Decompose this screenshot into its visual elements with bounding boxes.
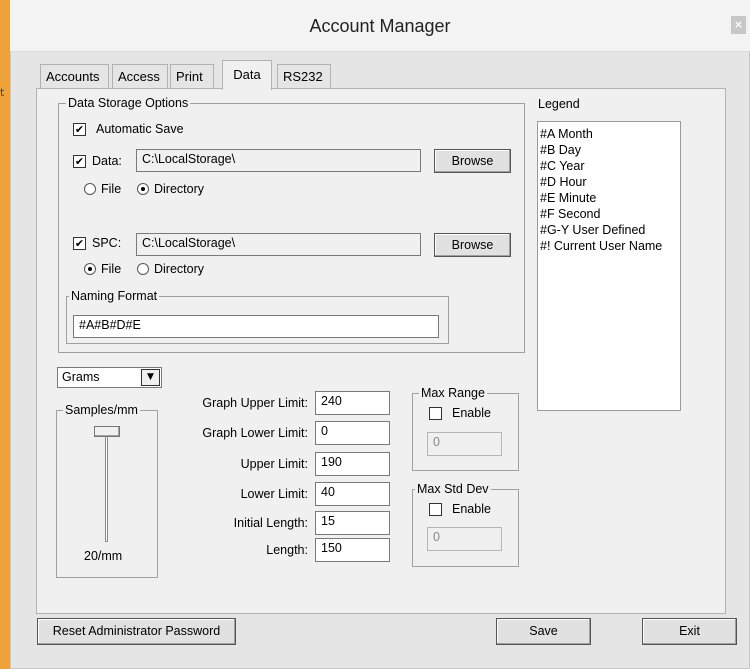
legend-item: #! Current User Name [540, 239, 663, 253]
close-icon[interactable]: × [731, 16, 746, 34]
max-std-dev-label: Max Std Dev [415, 482, 491, 496]
max-std-dev-input[interactable]: 0 [427, 527, 502, 551]
save-button[interactable]: Save [496, 618, 591, 645]
tab-data[interactable]: Data [222, 60, 272, 90]
max-std-dev-enable-label: Enable [452, 502, 491, 516]
data-file-radio[interactable] [84, 183, 96, 195]
automatic-save-label: Automatic Save [96, 122, 184, 136]
automatic-save-checkbox[interactable]: ✔ [73, 123, 86, 136]
spc-directory-radio[interactable] [137, 263, 149, 275]
data-directory-radio[interactable] [137, 183, 149, 195]
max-range-enable-checkbox[interactable] [429, 407, 442, 420]
length-label: Length: [266, 543, 308, 557]
tab-access[interactable]: Access [112, 64, 168, 88]
units-select[interactable]: Grams ▼ [57, 367, 162, 388]
data-file-label: File [101, 182, 122, 196]
legend-list[interactable]: #A Month #B Day #C Year #D Hour #E Minut… [537, 121, 681, 411]
max-std-dev-enable-checkbox[interactable] [429, 503, 442, 516]
data-browse-button[interactable]: Browse [434, 149, 511, 173]
spc-file-radio[interactable] [84, 263, 96, 275]
spc-checkbox[interactable]: ✔ [73, 237, 86, 250]
spc-path-field[interactable]: C:\LocalStorage\ [136, 233, 421, 256]
max-range-input[interactable]: 0 [427, 432, 502, 456]
graph-lower-limit-label: Graph Lower Limit: [202, 426, 308, 440]
max-range-label: Max Range [419, 386, 487, 400]
data-path-field[interactable]: C:\LocalStorage\ [136, 149, 421, 172]
upper-limit-label: Upper Limit: [240, 457, 308, 471]
initial-length-input[interactable]: 15 [315, 511, 390, 535]
spc-directory-label: Directory [154, 262, 205, 276]
graph-upper-limit-label: Graph Upper Limit: [202, 396, 308, 410]
naming-format-label: Naming Format [69, 289, 160, 303]
units-selected-value: Grams [62, 370, 100, 384]
tab-print[interactable]: Print [170, 64, 214, 88]
samples-label: Samples/mm [63, 403, 140, 417]
legend-item: #E Minute [540, 191, 597, 205]
spc-file-label: File [101, 262, 122, 276]
legend-item: #G-Y User Defined [540, 223, 646, 237]
window-title: Account Manager [309, 16, 451, 36]
tab-accounts[interactable]: Accounts [40, 64, 109, 88]
legend-title: Legend [538, 97, 580, 111]
data-label: Data: [92, 154, 122, 168]
upper-limit-input[interactable]: 190 [315, 452, 390, 476]
window-accent-strip [0, 0, 10, 669]
samples-slider-track[interactable] [105, 432, 108, 542]
lower-limit-input[interactable]: 40 [315, 482, 390, 506]
spc-browse-button[interactable]: Browse [434, 233, 511, 257]
graph-lower-limit-input[interactable]: 0 [315, 421, 390, 445]
data-directory-label: Directory [154, 182, 205, 196]
legend-item: #A Month [540, 127, 593, 141]
samples-value: 20/mm [84, 549, 123, 563]
initial-length-label: Initial Length: [233, 516, 308, 530]
exit-button[interactable]: Exit [642, 618, 737, 645]
tab-rs232[interactable]: RS232 [277, 64, 331, 88]
legend-item: #F Second [540, 207, 601, 221]
lower-limit-label: Lower Limit: [240, 487, 308, 501]
chevron-down-icon[interactable]: ▼ [141, 369, 160, 386]
length-input[interactable]: 150 [315, 538, 390, 562]
data-checkbox[interactable]: ✔ [73, 155, 86, 168]
graph-upper-limit-input[interactable]: 240 [315, 391, 390, 415]
group-label: Data Storage Options [66, 96, 191, 110]
background-text: t [0, 86, 5, 99]
max-range-enable-label: Enable [452, 406, 491, 420]
reset-administrator-password-button[interactable]: Reset Administrator Password [37, 618, 236, 645]
samples-slider-handle[interactable] [94, 426, 120, 437]
legend-item: #C Year [540, 159, 585, 173]
legend-item: #B Day [540, 143, 581, 157]
naming-format-input[interactable]: #A#B#D#E [73, 315, 439, 338]
legend-item: #D Hour [540, 175, 587, 189]
spc-label: SPC: [92, 236, 122, 250]
